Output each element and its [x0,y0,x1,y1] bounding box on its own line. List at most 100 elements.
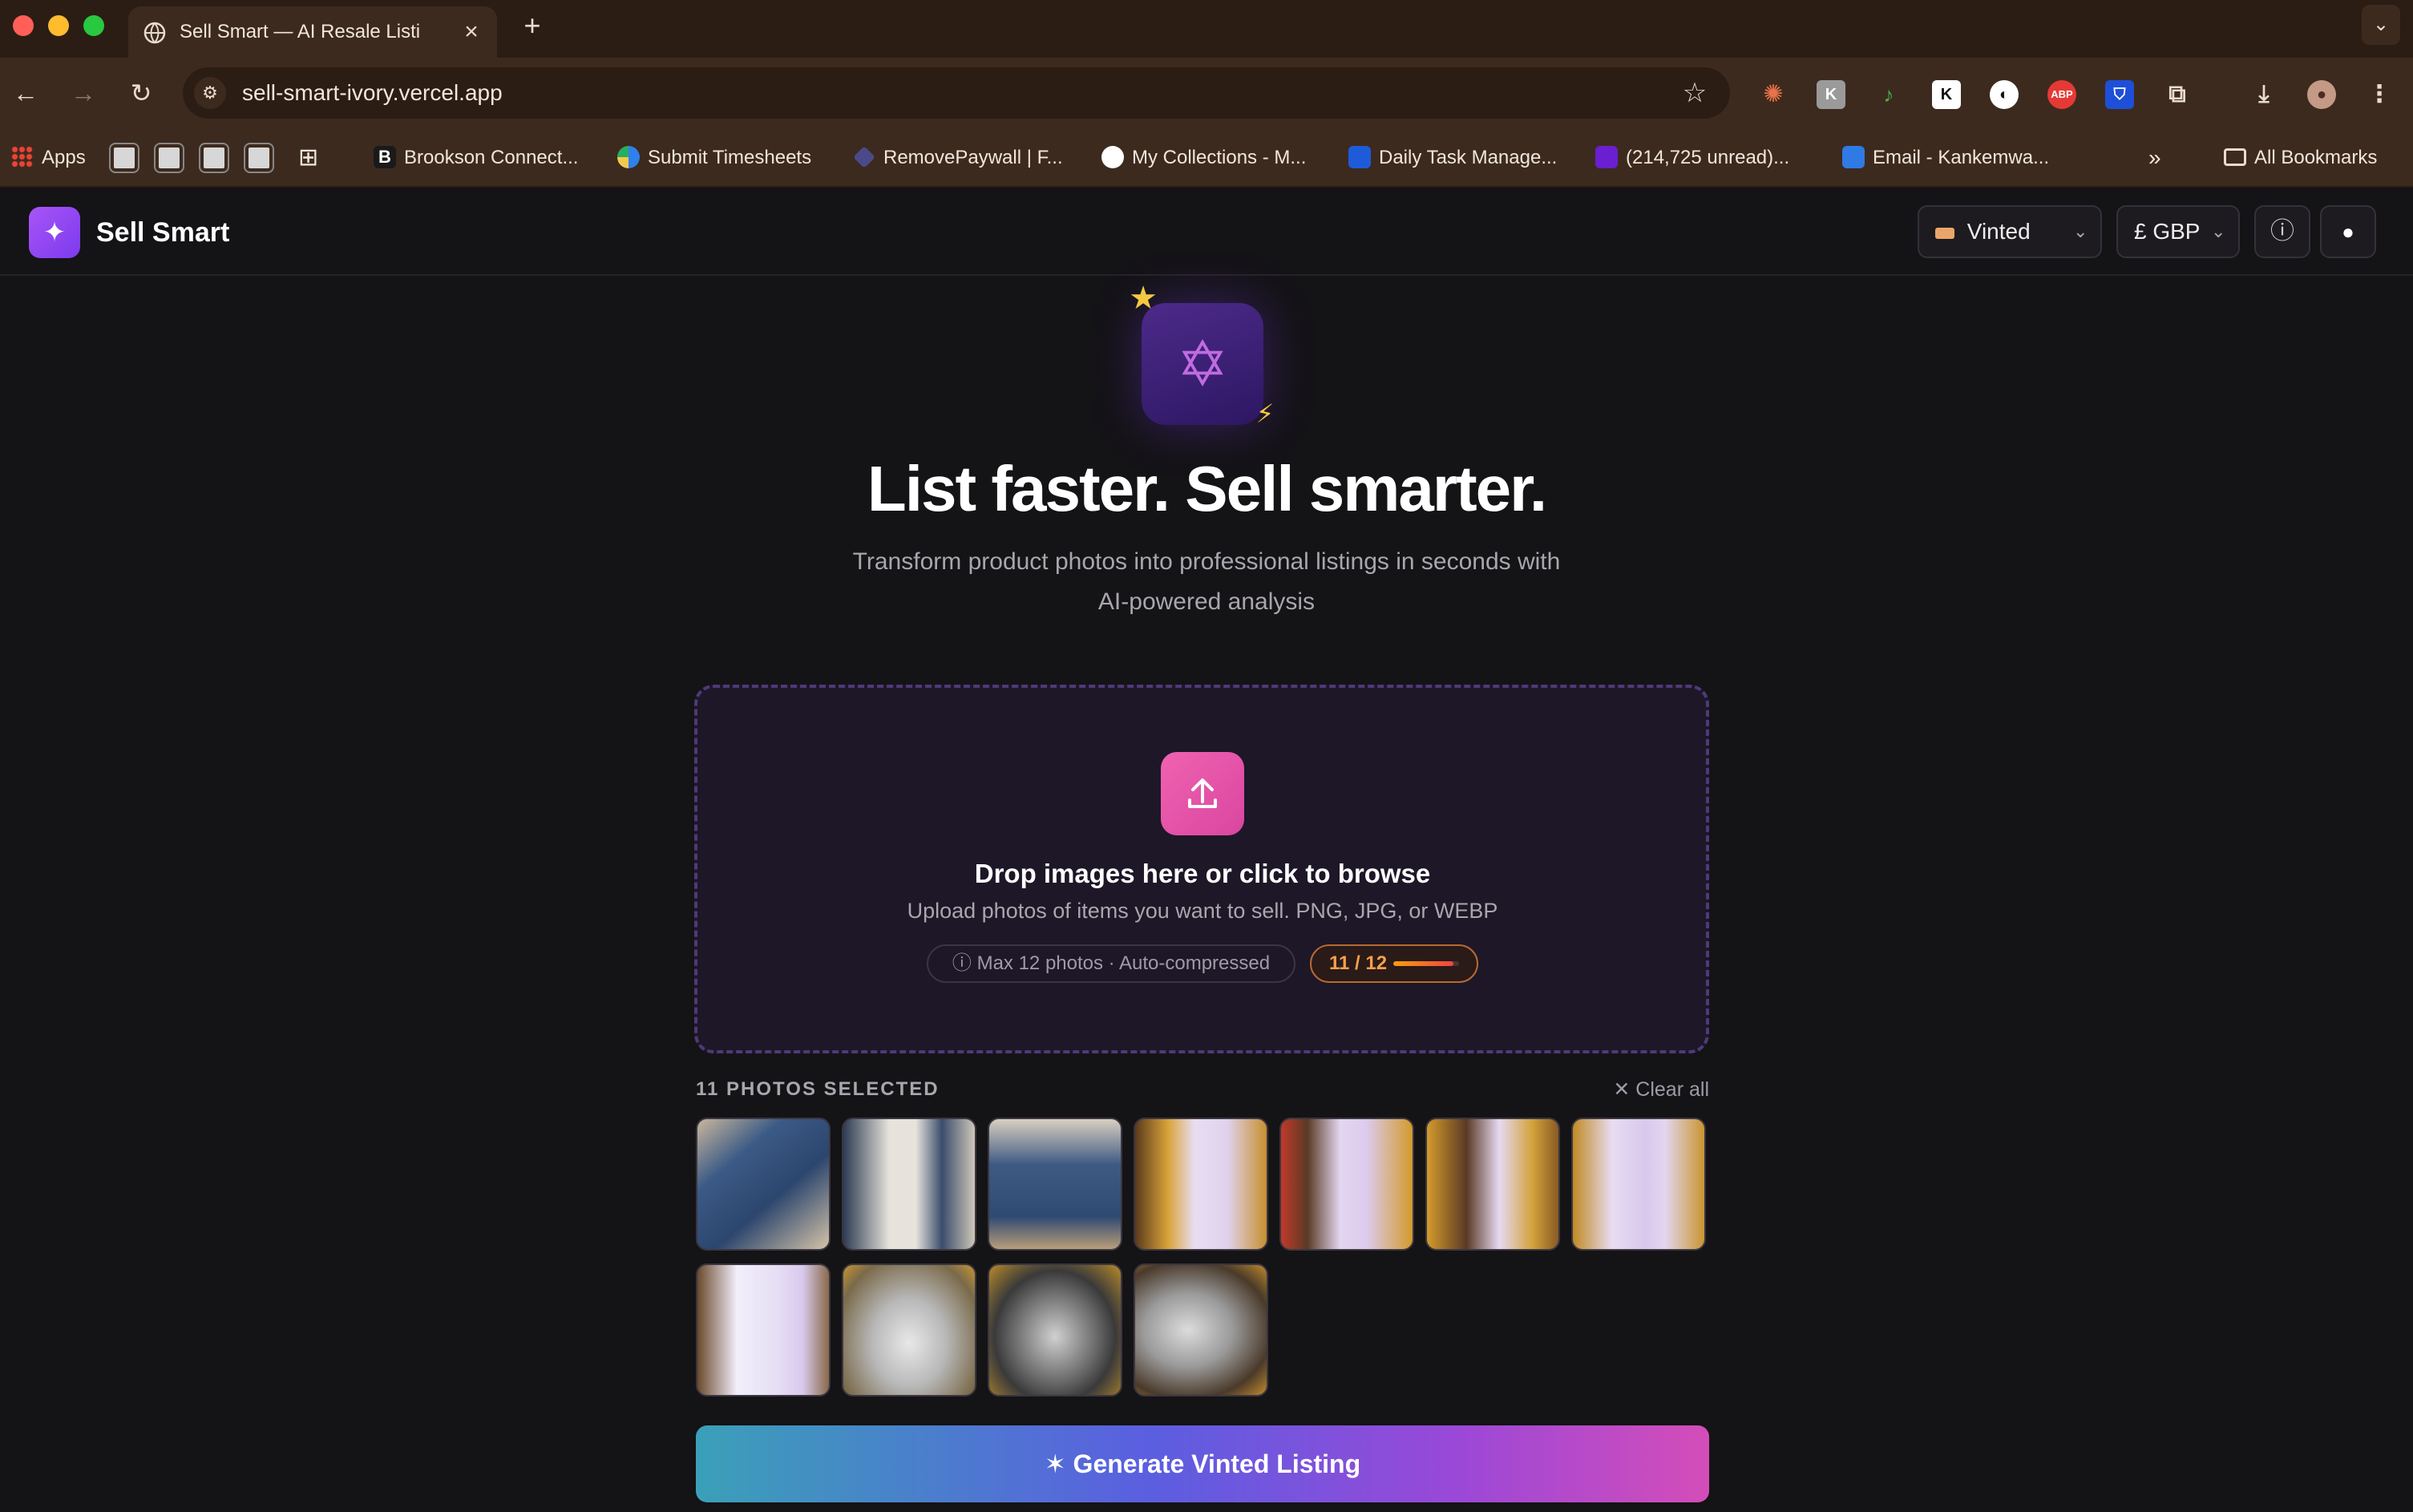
bookmark-collections[interactable]: My Collections - M... [1101,143,1306,173]
claude-extension-icon[interactable]: ✺ [1759,80,1788,109]
browser-tab-active[interactable]: Sell Smart — AI Resale Listing × [128,6,497,58]
currency-select[interactable]: £ GBP ⌄ [2116,205,2240,258]
info-icon: ⓘ [2270,218,2294,245]
browser-tabbar: Sell Smart — AI Resale Listing × + ⌄ [0,0,2413,58]
lightning-bolt-icon: ⚡ [1255,399,1275,428]
bookmark-grid-icon[interactable]: ⊞ [298,143,318,173]
bookmark-label: My Collections - M... [1132,147,1307,168]
forward-arrow-icon[interactable]: → [67,77,99,109]
yahoo-mail-icon [1595,145,1618,168]
trello-board-icon [1348,145,1371,168]
bitwarden-shield-icon[interactable]: ⛉ [2105,80,2134,109]
currency-select-value: £ GBP [2134,219,2201,244]
dropzone-title: Drop images here or click to browse [974,859,1431,888]
hummingbird-extension-icon[interactable]: ♪ [1874,80,1903,109]
maximize-window-button[interactable] [83,15,104,36]
tab-title: Sell Smart — AI Resale Listing [180,21,420,42]
bookmark-apps[interactable]: Apps [11,143,86,173]
brookson-b-icon: B [374,145,396,168]
more-bookmarks-chevron-icon[interactable]: » [2148,143,2161,173]
downloads-icon[interactable]: ⤓ [2249,80,2278,109]
browser-menu-kebab-icon[interactable]: ⋮ [2365,80,2394,109]
app-header: ✦ Sell Smart Vinted ⌄ £ GBP ⌄ ⓘ ● [0,188,2413,276]
photo-count-progress [1393,961,1459,966]
sparkle-logo-icon: ✦ [29,207,80,258]
extension-k-grey-icon[interactable]: K [1817,80,1845,109]
platform-select[interactable]: Vinted ⌄ [1918,205,2102,258]
bookmark-label: Apps [42,147,86,168]
bookmark-removepaywall[interactable]: RemovePaywall | F... [853,143,1063,173]
photo-thumbnail[interactable] [842,1118,976,1251]
bookmark-label: RemovePaywall | F... [883,147,1063,168]
new-tab-button[interactable]: + [518,10,547,42]
page-title: List faster. Sell smarter. [867,453,1547,524]
upload-arrow-icon [1188,778,1217,808]
bookmark-daily-task[interactable]: Daily Task Manage... [1348,143,1557,173]
info-button[interactable]: ⓘ [2254,205,2310,258]
folder-icon [2224,148,2246,166]
photo-count-text: 11 / 12 [1329,952,1388,974]
bookmark-square-4[interactable] [244,143,274,173]
extensions-puzzle-icon[interactable]: ⧉ [2163,80,2192,109]
bookmarks-bar: Apps ⊞ B Brookson Connect... Submit Times… [0,128,2413,188]
chevron-down-icon: ⌄ [2211,221,2226,241]
profile-avatar[interactable]: ● [2307,80,2336,109]
adblock-plus-icon[interactable]: ABP [2047,80,2076,109]
bookmark-label: Email - Kankemwa... [1873,147,2050,168]
outlook-mail-icon [1842,145,1865,168]
extension-circle-icon[interactable]: ◐ [1990,80,2019,109]
bookmark-square-2[interactable] [154,143,184,173]
timesheets-icon [617,145,640,168]
bookmark-square-3[interactable] [199,143,229,173]
site-settings-icon[interactable]: ⚙ [194,77,226,109]
clear-all-button[interactable]: ✕ Clear all [1571,1076,1709,1103]
max-photos-note: ⓘ Max 12 photos · Auto-compressed [927,944,1295,983]
globe-icon [143,22,166,44]
chat-button[interactable]: ● [2320,205,2376,258]
photo-thumbnail[interactable] [1425,1118,1560,1251]
bookmark-label: (214,725 unread)... [1626,147,1790,168]
bookmark-brookson[interactable]: B Brookson Connect... [374,143,578,173]
back-arrow-icon[interactable]: ← [10,77,42,109]
photo-thumbnail[interactable] [696,1263,831,1397]
bookmark-star-icon[interactable]: ☆ [1679,77,1711,109]
photo-thumbnail[interactable] [988,1263,1122,1397]
close-window-button[interactable] [13,15,34,36]
bookmark-label: Brookson Connect... [404,147,579,168]
minimize-window-button[interactable] [48,15,69,36]
bookmark-email[interactable]: Email - Kankemwa... [1842,143,2049,173]
bookmark-square-1[interactable] [109,143,139,173]
extension-k-icon[interactable]: K [1932,80,1961,109]
chevron-down-icon: ⌄ [2073,221,2088,241]
all-bookmarks[interactable]: All Bookmarks [2224,143,2377,173]
bookmark-unread-mail[interactable]: (214,725 unread)... [1595,143,1789,173]
price-tag-icon [1935,227,1954,239]
address-bar[interactable]: ⚙ sell-smart-ivory.vercel.app ☆ [183,67,1730,119]
photo-thumbnail[interactable] [842,1263,976,1397]
photo-thumbnail[interactable] [1279,1118,1414,1251]
removepaywall-diamond-icon [853,145,875,168]
photo-count-progress-fill [1393,961,1454,966]
photo-thumbnail[interactable] [988,1118,1122,1251]
photo-thumbnail[interactable] [696,1118,831,1251]
collections-icon [1101,145,1124,168]
apps-grid-icon [11,145,34,168]
bookmark-timesheets[interactable]: Submit Timesheets [617,143,811,173]
upload-button[interactable] [1161,752,1244,835]
photo-count-badge: 11 / 12 [1310,944,1478,983]
address-url[interactable]: sell-smart-ivory.vercel.app [242,79,883,107]
photo-thumbnail[interactable] [1134,1118,1268,1251]
bookmark-label: Submit Timesheets [648,147,812,168]
photo-thumbnail[interactable] [1134,1263,1268,1397]
yellow-star-icon: ★ [1129,281,1158,316]
generate-listing-button[interactable]: ✶ Generate Vinted Listing [696,1425,1709,1502]
photo-thumbnail[interactable] [1571,1118,1706,1251]
tab-search-chevron-icon[interactable]: ⌄ [2362,5,2400,45]
reload-icon[interactable]: ↻ [125,77,157,109]
browser-toolbar: ← → ↻ ⚙ sell-smart-ivory.vercel.app ☆ ✺ … [0,58,2413,128]
photos-selected-label: 11 PHOTOS SELECTED [696,1078,940,1100]
brand-name: Sell Smart [96,217,230,248]
tab-close-icon[interactable]: × [457,18,486,46]
chat-bubble-icon: ● [2342,220,2354,244]
screen: Sell Smart — AI Resale Listing × + ⌄ ← →… [0,0,2413,1512]
